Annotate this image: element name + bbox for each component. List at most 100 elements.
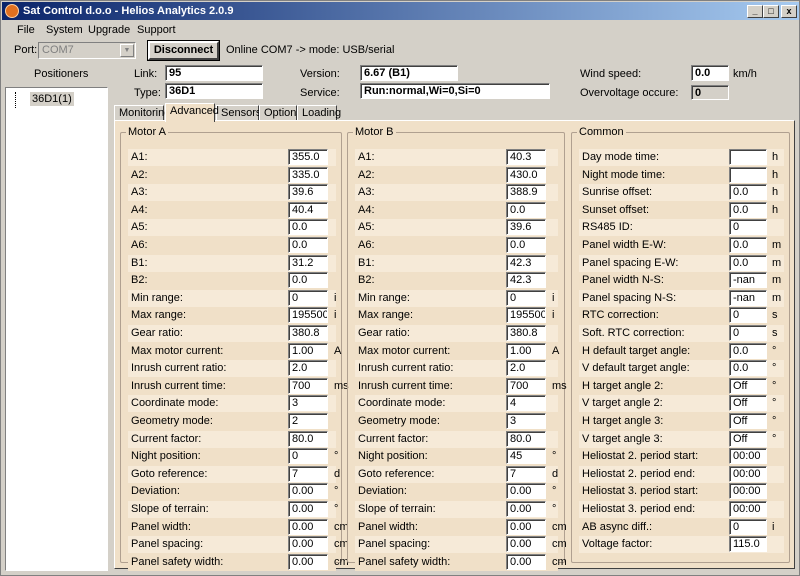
common-param-input[interactable]: 0.0 — [729, 201, 767, 218]
motor-b-param-unit: ° — [552, 450, 557, 463]
tab-options[interactable]: Options — [259, 105, 302, 121]
menu-upgrade[interactable]: Upgrade — [88, 21, 130, 39]
common-param-input[interactable]: 0.0 — [729, 360, 767, 377]
service-field[interactable]: Run:normal,Wi=0,Si=0 — [360, 83, 550, 99]
common-param-input[interactable]: 00:00 — [729, 465, 767, 482]
common-param-input[interactable]: 115.0 — [729, 536, 767, 553]
port-select[interactable]: COM7 ▼ — [38, 42, 136, 59]
tab-loading[interactable]: Loading — [297, 105, 341, 121]
motor-b-param-input[interactable]: 42.3 — [506, 272, 546, 289]
motor-b-param-input[interactable]: 380.8 — [506, 325, 546, 341]
motor-b-param-input[interactable]: 3 — [506, 413, 546, 429]
motor-a-param-input[interactable]: 80.0 — [288, 430, 328, 447]
motor-a-param-input[interactable]: 0 — [288, 289, 328, 306]
common-param-input[interactable]: 0.0 — [729, 342, 767, 359]
common-param-input[interactable]: 0 — [729, 219, 767, 236]
common-param-input[interactable]: 0.0 — [729, 237, 767, 253]
motor-a-param-input[interactable]: 3 — [288, 395, 328, 412]
type-field[interactable]: 36D1 — [165, 83, 263, 99]
tab-monitoring[interactable]: Monitoring — [114, 105, 170, 121]
motor-b-param-input[interactable]: 40.3 — [506, 149, 546, 165]
motor-a-param-input[interactable]: 0.0 — [288, 219, 328, 236]
motor-b-param-input[interactable]: 4 — [506, 395, 546, 412]
menu-file[interactable]: File — [17, 21, 35, 39]
motor-a-param-input[interactable]: 39.6 — [288, 184, 328, 201]
motor-b-param-input[interactable]: 42.3 — [506, 254, 546, 271]
common-param-input[interactable]: Off — [729, 377, 767, 394]
disconnect-button[interactable]: Disconnect — [147, 40, 220, 61]
common-param-input[interactable]: Off — [729, 430, 767, 447]
motor-b-param-input[interactable]: 0.00 — [506, 536, 546, 553]
common-param-input[interactable]: -nan — [729, 272, 767, 289]
motor-a-param-input[interactable]: 0.00 — [288, 536, 328, 553]
motor-a-param-input[interactable]: 0.00 — [288, 501, 328, 517]
motor-b-param-input[interactable]: 0 — [506, 289, 546, 306]
motor-b-param-input[interactable]: 0.00 — [506, 553, 546, 570]
motor-a-param-input[interactable]: 355.0 — [288, 149, 328, 165]
link-field[interactable]: 95 — [165, 65, 263, 81]
motor-a-param-input[interactable]: 335.0 — [288, 166, 328, 183]
motor-b-param-input[interactable]: 195500 — [506, 307, 546, 324]
motor-b-param-input[interactable]: 700 — [506, 377, 546, 394]
tab-advanced[interactable]: Advanced — [165, 103, 219, 122]
chevron-down-icon[interactable]: ▼ — [120, 44, 134, 57]
common-param-input[interactable]: Off — [729, 395, 767, 412]
common-param-row: Heliostat 3. period end: 00:00 — [579, 501, 784, 518]
motor-a-param-input[interactable]: 0.00 — [288, 518, 328, 535]
common-param-input[interactable]: 0 — [729, 518, 767, 535]
wind-speed-field[interactable]: 0.0 — [691, 65, 729, 81]
motor-b-param-input[interactable]: 0.00 — [506, 501, 546, 517]
common-param-input[interactable]: 00:00 — [729, 501, 767, 517]
maximize-button[interactable]: □ — [763, 5, 779, 18]
motor-b-param-input[interactable]: 2.0 — [506, 360, 546, 377]
motor-a-param-row: Max range: 195500 i — [128, 307, 336, 325]
common-param-input[interactable]: 00:00 — [729, 448, 767, 465]
motor-a-param-input[interactable]: 40.4 — [288, 201, 328, 218]
tree-item-positioner[interactable]: 36D1(1) — [30, 92, 74, 106]
motor-b-param-input[interactable]: 0.0 — [506, 237, 546, 253]
motor-b-param-input[interactable]: 7 — [506, 465, 546, 482]
menu-support[interactable]: Support — [137, 21, 176, 39]
motor-a-param-input[interactable]: 0.0 — [288, 237, 328, 253]
motor-b-param-input[interactable]: 80.0 — [506, 430, 546, 447]
motor-a-param-input[interactable]: 2.0 — [288, 360, 328, 377]
motor-a-param-input[interactable]: 0 — [288, 448, 328, 465]
minimize-button[interactable]: _ — [747, 5, 763, 18]
motor-a-param-input[interactable]: 380.8 — [288, 325, 328, 341]
motor-b-param-input[interactable]: 0.00 — [506, 483, 546, 500]
title-bar[interactable]: Sat Control d.o.o - Helios Analytics 2.0… — [2, 2, 799, 20]
motor-b-param-input[interactable]: 430.0 — [506, 166, 546, 183]
motor-a-param-input[interactable]: 1.00 — [288, 342, 328, 359]
common-param-input[interactable]: Off — [729, 413, 767, 429]
positioners-tree[interactable]: 36D1(1) — [5, 87, 108, 571]
version-field[interactable]: 6.67 (B1) — [360, 65, 458, 81]
motor-b-param-input[interactable]: 45 — [506, 448, 546, 465]
motor-a-param-input[interactable]: 0.00 — [288, 483, 328, 500]
scrollbar[interactable] — [795, 120, 798, 569]
motor-a-param-input[interactable]: 700 — [288, 377, 328, 394]
common-param-input[interactable]: 0.0 — [729, 254, 767, 271]
motor-a-param-input[interactable]: 195500 — [288, 307, 328, 324]
common-param-input[interactable]: 00:00 — [729, 483, 767, 500]
motor-b-param-input[interactable]: 388.9 — [506, 184, 546, 201]
common-param-input[interactable]: 0 — [729, 307, 767, 324]
common-param-row: V target angle 2: Off ° — [579, 395, 784, 413]
motor-b-param-input[interactable]: 0.0 — [506, 201, 546, 218]
menu-system[interactable]: System — [46, 21, 83, 39]
motor-a-param-input[interactable]: 2 — [288, 413, 328, 429]
tab-sensors[interactable]: Sensors — [216, 105, 261, 121]
common-param-input[interactable]: -nan — [729, 289, 767, 306]
motor-a-param-input[interactable]: 0.00 — [288, 553, 328, 570]
common-param-input[interactable]: 0 — [729, 325, 767, 341]
close-button[interactable]: x — [781, 5, 797, 18]
common-param-input[interactable]: 0.0 — [729, 184, 767, 201]
motor-b-param-input[interactable]: 1.00 — [506, 342, 546, 359]
common-param-input[interactable] — [729, 149, 767, 165]
common-param-input[interactable] — [729, 166, 767, 183]
motor-a-param-input[interactable]: 7 — [288, 465, 328, 482]
motor-a-param-input[interactable]: 31.2 — [288, 254, 328, 271]
motor-b-param-input[interactable]: 39.6 — [506, 219, 546, 236]
motor-a-param-row: A3: 39.6 — [128, 184, 336, 202]
motor-b-param-input[interactable]: 0.00 — [506, 518, 546, 535]
motor-a-param-input[interactable]: 0.0 — [288, 272, 328, 289]
